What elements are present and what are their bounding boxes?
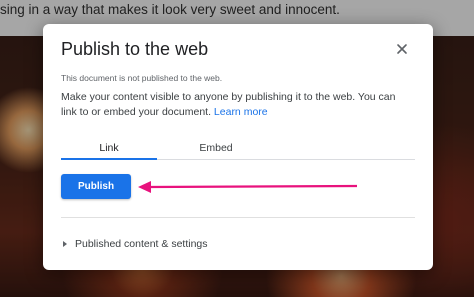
published-settings-expander[interactable]: Published content & settings [63, 237, 208, 251]
dialog-description: Make your content visible to anyone by p… [61, 90, 413, 120]
learn-more-link[interactable]: Learn more [214, 106, 268, 118]
active-tab-indicator [61, 158, 157, 160]
close-icon[interactable] [394, 41, 410, 57]
publish-tabs: Link Embed [61, 136, 415, 160]
divider [61, 217, 415, 218]
publish-button[interactable]: Publish [61, 174, 131, 199]
tab-link[interactable]: Link [61, 136, 157, 159]
publish-dialog: Publish to the web This document is not … [43, 24, 433, 270]
triangle-right-icon [63, 241, 67, 247]
expander-label: Published content & settings [75, 238, 208, 250]
dialog-title: Publish to the web [61, 39, 209, 59]
tab-embed[interactable]: Embed [157, 136, 275, 159]
publish-status-text: This document is not published to the we… [61, 73, 223, 83]
